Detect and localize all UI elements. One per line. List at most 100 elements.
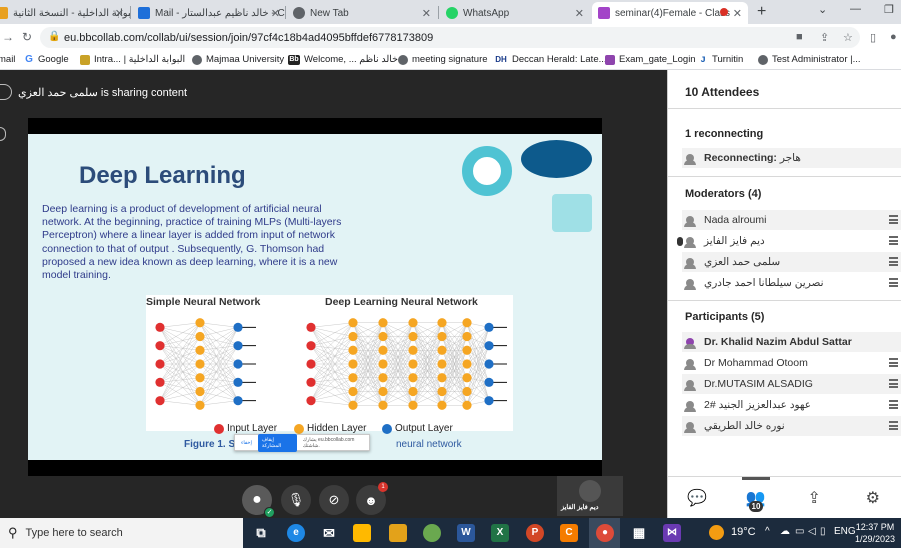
blackboard-icon: Bb xyxy=(288,54,300,65)
attendee-row[interactable]: نوره خالد الطريقي xyxy=(682,416,901,436)
taskbar-search[interactable]: ⚲ Type here to search xyxy=(0,518,243,548)
close-icon[interactable]: ✕ xyxy=(422,7,431,20)
nn-node xyxy=(378,400,388,410)
close-icon[interactable]: ✕ xyxy=(575,7,584,20)
settings-tab[interactable]: ⚙ xyxy=(844,477,901,518)
attendee-row[interactable]: عهود عبدالعزيز الجنيد #2 xyxy=(682,395,901,415)
url-text[interactable]: eu.bbcollab.com/collab/ui/session/join/9… xyxy=(64,32,433,44)
close-icon[interactable]: ✕ xyxy=(733,7,742,20)
attendee-row[interactable]: Nada alroumi xyxy=(682,210,901,230)
camera-button[interactable]: ⊘ xyxy=(319,485,349,515)
menu-icon[interactable] xyxy=(889,400,898,409)
chrome-icon[interactable]: ● xyxy=(596,524,614,542)
attendee-row[interactable]: Dr Mohammad Otoom xyxy=(682,353,901,373)
nn-node xyxy=(408,331,418,342)
powerpoint-icon[interactable]: P xyxy=(526,524,544,542)
chevron-up-icon[interactable]: ^ xyxy=(765,526,770,537)
nn-node xyxy=(348,359,358,369)
edge-icon[interactable]: e xyxy=(287,524,305,542)
self-tile-name: ديم فايز الفايز xyxy=(561,504,599,511)
excel-icon[interactable]: X xyxy=(491,524,509,542)
attendee-row[interactable]: Reconnecting: هاجر xyxy=(682,148,901,168)
reload-icon[interactable]: ↻ xyxy=(22,30,32,44)
star-icon[interactable]: ☆ xyxy=(843,31,853,44)
nn-edge xyxy=(199,336,239,346)
my-status-button[interactable]: ● ✓ xyxy=(242,485,275,518)
menu-icon[interactable] xyxy=(889,215,898,224)
share-icon[interactable]: ⇪ xyxy=(820,31,829,44)
self-video-tile[interactable]: ديم فايز الفايز xyxy=(557,476,623,516)
menu-icon[interactable] xyxy=(889,421,898,430)
hand-raised-icon xyxy=(684,338,696,349)
bookmark-blackboard[interactable]: Bb Welcome, ... خالد ناظم xyxy=(288,54,398,65)
folder-icon[interactable] xyxy=(389,524,407,542)
tab-new-tab[interactable]: New Tab ✕ xyxy=(287,2,437,24)
word-icon[interactable]: W xyxy=(457,524,475,542)
restore-button[interactable]: ❐ xyxy=(884,3,894,16)
close-icon[interactable]: ✕ xyxy=(271,7,280,20)
bookmark-deccan-herald[interactable]: DH Deccan Herald: Late... xyxy=(494,54,606,65)
language-indicator[interactable]: ENG xyxy=(834,526,856,537)
menu-icon[interactable] xyxy=(889,236,898,245)
tab-whatsapp[interactable]: WhatsApp ✕ xyxy=(440,2,590,24)
mail-icon[interactable]: ✉ xyxy=(320,524,338,542)
battery-icon[interactable]: ▯ xyxy=(820,526,826,537)
tab-seminar[interactable]: seminar(4)Female - Class ✕ xyxy=(592,2,748,24)
app-icon[interactable] xyxy=(423,524,441,542)
attendee-row[interactable]: ديم فايز الفايز xyxy=(682,231,901,251)
profile-icon[interactable]: ● xyxy=(890,31,897,43)
globe-icon xyxy=(758,54,768,65)
cloud-icon[interactable]: ☁ xyxy=(780,526,790,537)
bookmark-intranet[interactable]: Intra... | البوابة الداخلية xyxy=(80,54,185,65)
bookmark-mail[interactable]: mail xyxy=(0,54,15,65)
user-icon xyxy=(684,422,696,433)
temperature[interactable]: 19°C xyxy=(731,526,756,538)
chat-tab[interactable]: 💬 xyxy=(668,477,727,518)
attendees-tab[interactable]: 👥 10 xyxy=(727,477,786,518)
task-view-icon[interactable]: ⧉ xyxy=(252,524,270,542)
bookmark-google[interactable]: G Google xyxy=(24,54,69,65)
file-explorer-icon[interactable] xyxy=(353,524,371,542)
sidepanel-icon[interactable]: ▯ xyxy=(870,31,876,44)
bookmark-meeting-signature[interactable]: meeting signature xyxy=(398,54,488,65)
user-icon xyxy=(684,401,696,412)
bookmark-exam-gate[interactable]: Exam_gate_Login xyxy=(605,54,696,65)
attendee-row[interactable]: سلمى حمد العزي xyxy=(682,252,901,272)
slide-body: Deep learning is a product of developmen… xyxy=(42,203,342,282)
menu-icon[interactable] xyxy=(889,278,898,287)
tab-intranet[interactable]: البوابة الداخلية - النسخة الثانية ✕ xyxy=(0,2,130,24)
nn-node xyxy=(484,377,494,387)
close-icon[interactable]: ✕ xyxy=(115,7,124,20)
chevron-down-icon[interactable]: ⌄ xyxy=(818,3,827,16)
menu-icon[interactable] xyxy=(889,379,898,388)
hand-raise-button[interactable]: ☻ 1 xyxy=(356,482,388,515)
attendee-row[interactable]: Dr.MUTASIM ALSADIG xyxy=(682,374,901,394)
menu-icon[interactable] xyxy=(889,358,898,367)
attendee-row[interactable]: نصرين سيلطانا احمد جادري xyxy=(682,273,901,293)
visual-studio-icon[interactable]: ⋈ xyxy=(663,524,681,542)
clock[interactable]: 12:37 PM 1/29/2023 xyxy=(855,521,895,545)
microphone-button[interactable]: 🎙 xyxy=(281,485,311,515)
menu-icon[interactable] xyxy=(889,257,898,266)
bookmark-turnitin[interactable]: ᴊ Turnitin xyxy=(698,54,743,65)
network-icon[interactable]: ▭ xyxy=(795,526,804,537)
hide-share-bar-button[interactable]: إخفاء xyxy=(241,440,252,446)
nn-node xyxy=(437,345,447,355)
calculator-icon[interactable]: ▦ xyxy=(630,524,648,542)
camera-icon[interactable]: ■ xyxy=(796,31,803,43)
minimize-button[interactable]: — xyxy=(850,3,861,15)
new-tab-button[interactable]: + xyxy=(757,3,766,21)
stop-sharing-button[interactable]: إيقاف المشاركة xyxy=(257,433,297,452)
bookmark-majmaa[interactable]: Majmaa University xyxy=(192,54,284,65)
nn-node xyxy=(462,373,472,383)
forward-icon[interactable]: → xyxy=(2,30,14,44)
tab-mail[interactable]: Mail - خالد ناظيم عبدالستار - C ✕ xyxy=(132,2,286,24)
side-toggle-icon[interactable] xyxy=(0,127,6,141)
speaker-icon[interactable]: ◁ xyxy=(808,526,816,537)
app-icon[interactable]: C xyxy=(560,524,578,542)
weather-icon[interactable] xyxy=(709,525,724,540)
bookmark-test-admin[interactable]: Test Administrator |... xyxy=(758,54,861,65)
lock-icon[interactable]: 🔒 xyxy=(48,31,60,42)
share-content-tab[interactable]: ⇪ xyxy=(785,477,844,518)
attendee-row[interactable]: Dr. Khalid Nazim Abdul Sattar xyxy=(682,332,901,352)
